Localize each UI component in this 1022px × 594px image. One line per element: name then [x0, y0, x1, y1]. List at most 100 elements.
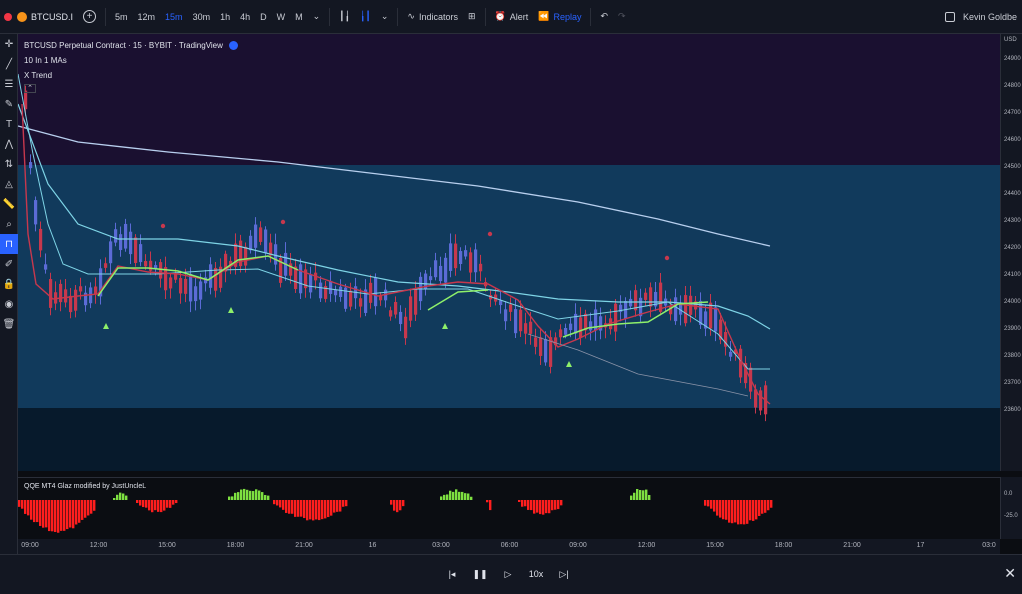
timeframe-1h[interactable]: 1h [215, 0, 235, 34]
qqe-bar-negative [78, 500, 81, 523]
timeframe-12m[interactable]: 12m [133, 0, 161, 34]
candle-body [34, 200, 38, 225]
replay-button[interactable]: ⏪ Replay [533, 0, 586, 34]
candle-body [129, 231, 133, 255]
close-replay-button[interactable]: ✕ [1004, 565, 1016, 582]
divider [590, 7, 592, 26]
layout-checkbox-icon [944, 11, 955, 22]
templates-button[interactable]: ⊞ [463, 0, 481, 34]
collapse-legend-icon[interactable]: ⌃ [24, 84, 36, 93]
candle-body [149, 260, 153, 271]
visibility-icon[interactable] [228, 41, 238, 50]
candle-body [399, 311, 403, 325]
pause-button[interactable]: ❚❚ [470, 565, 490, 583]
candle-body [739, 348, 743, 378]
prediction-icon[interactable]: ⇅ [0, 154, 18, 174]
timeframe-5m[interactable]: 5m [110, 0, 133, 34]
qqe-bar-positive [467, 493, 470, 500]
user-menu[interactable]: Kevin Goldbe [940, 0, 1022, 34]
price-plot[interactable] [18, 34, 1000, 471]
qqe-bar-negative [554, 500, 557, 510]
qqe-bar-positive [122, 493, 125, 500]
candle-body [49, 279, 53, 308]
indicators-icon: ∿ [407, 11, 415, 21]
candle-body [124, 223, 128, 249]
crosshair-icon[interactable]: ✛ [0, 34, 18, 54]
oscillator-plot[interactable] [18, 478, 1000, 539]
trendline-icon[interactable]: ╱ [0, 54, 18, 74]
time-axis[interactable]: 09:00 12:00 15:00 18:00 21:00 16 03:00 06:00 09:… [18, 539, 1000, 554]
text-icon[interactable]: T [0, 114, 18, 134]
candle-body [64, 289, 68, 303]
price-tick: 24200 [1004, 245, 1021, 251]
price-axis[interactable]: USD 24900 24800 24700 24600 24500 24400 24300 2… [1000, 34, 1022, 471]
candle-body [504, 309, 508, 322]
select-bar-button[interactable]: |◂ [442, 565, 462, 583]
undo-button[interactable]: ↶ [595, 0, 613, 34]
timeframe-w[interactable]: W [272, 0, 291, 34]
indicators-button[interactable]: ∿ Indicators [402, 0, 463, 34]
trash-icon[interactable]: 🗑 [0, 314, 18, 334]
timeframe-dropdown[interactable]: ⌄ [308, 0, 326, 34]
qqe-bar-negative [303, 500, 306, 519]
brush-icon[interactable]: ✎ [0, 94, 18, 114]
qqe-bar-negative [704, 500, 707, 506]
qqe-bar-positive [243, 488, 246, 500]
oscillator-tick: -25.0 [1004, 513, 1018, 519]
timeframe-15m[interactable]: 15m [160, 0, 188, 34]
qqe-bar-negative [393, 500, 396, 511]
qqe-bar-negative [276, 500, 279, 506]
qqe-bar-negative [345, 500, 348, 507]
price-chart[interactable]: BTCUSD Perpetual Contract · 15 · BYBIT ·… [18, 34, 1000, 471]
time-tick: 09:00 [21, 542, 39, 549]
play-button[interactable]: ▷ [498, 565, 518, 583]
shapes-icon[interactable]: ◬ [0, 174, 18, 194]
redo-button[interactable]: ↷ [613, 0, 631, 34]
lock-drawing-icon[interactable]: ✐ [0, 254, 18, 274]
candle-body [564, 327, 568, 335]
add-symbol-button[interactable]: + [78, 0, 101, 34]
qqe-bar-negative [21, 500, 24, 509]
timeframe-d[interactable]: D [255, 0, 272, 34]
magnet-icon[interactable]: ⊓ [0, 234, 18, 254]
candle-body [119, 234, 123, 251]
fib-icon[interactable]: ☰ [0, 74, 18, 94]
qqe-bar-positive [255, 489, 258, 500]
timeframe-4h[interactable]: 4h [235, 0, 255, 34]
candle-body [684, 295, 688, 324]
qqe-bar-positive [636, 489, 639, 500]
qqe-bar-negative [57, 500, 60, 533]
qqe-bar-positive [639, 490, 642, 500]
qqe-bar-negative [764, 500, 767, 513]
eye-icon[interactable]: ◉ [0, 294, 18, 314]
heikin-style-button[interactable]: ╽┃ [355, 0, 376, 34]
qqe-bar-negative [66, 500, 69, 530]
trend-up-segment [97, 255, 299, 297]
legend-indicator-2[interactable]: X Trend [24, 68, 238, 83]
candle-body [444, 257, 448, 283]
replay-bar: |◂ ❚❚ ▷ 10x ▷| ✕ [0, 554, 1022, 594]
replay-controls: |◂ ❚❚ ▷ 10x ▷| [442, 565, 574, 583]
qqe-bar-negative [69, 500, 72, 528]
timeframe-m[interactable]: M [290, 0, 308, 34]
chart-type-dropdown[interactable]: ⌄ [376, 0, 394, 34]
price-tick: 24600 [1004, 137, 1021, 143]
lock-icon[interactable]: 🔒 [0, 274, 18, 294]
timeframe-30m[interactable]: 30m [188, 0, 216, 34]
pattern-icon[interactable]: ⋀ [0, 134, 18, 154]
oscillator-pane[interactable]: QQE MT4 Glaz modified by JustUncleL [18, 477, 1000, 539]
legend-indicator-1[interactable]: 10 In 1 MAs [24, 53, 238, 68]
bar-style-button[interactable]: ┃╽ [334, 0, 355, 34]
time-tick: 03:00 [432, 542, 450, 549]
replay-icon: ⏪ [538, 11, 550, 21]
qqe-bar-negative [87, 500, 90, 516]
qqe-bar-negative [39, 500, 42, 526]
forward-button[interactable]: ▷| [554, 565, 574, 583]
candle-body [559, 329, 563, 338]
alert-button[interactable]: ⏰ Alert [490, 0, 534, 34]
qqe-bar-positive [446, 494, 449, 500]
symbol-search[interactable]: BTCUSD.I [12, 0, 78, 34]
speed-button[interactable]: 10x [526, 565, 546, 583]
zoom-icon[interactable]: ⌕ [0, 214, 18, 234]
ruler-icon[interactable]: 📏 [0, 194, 18, 214]
